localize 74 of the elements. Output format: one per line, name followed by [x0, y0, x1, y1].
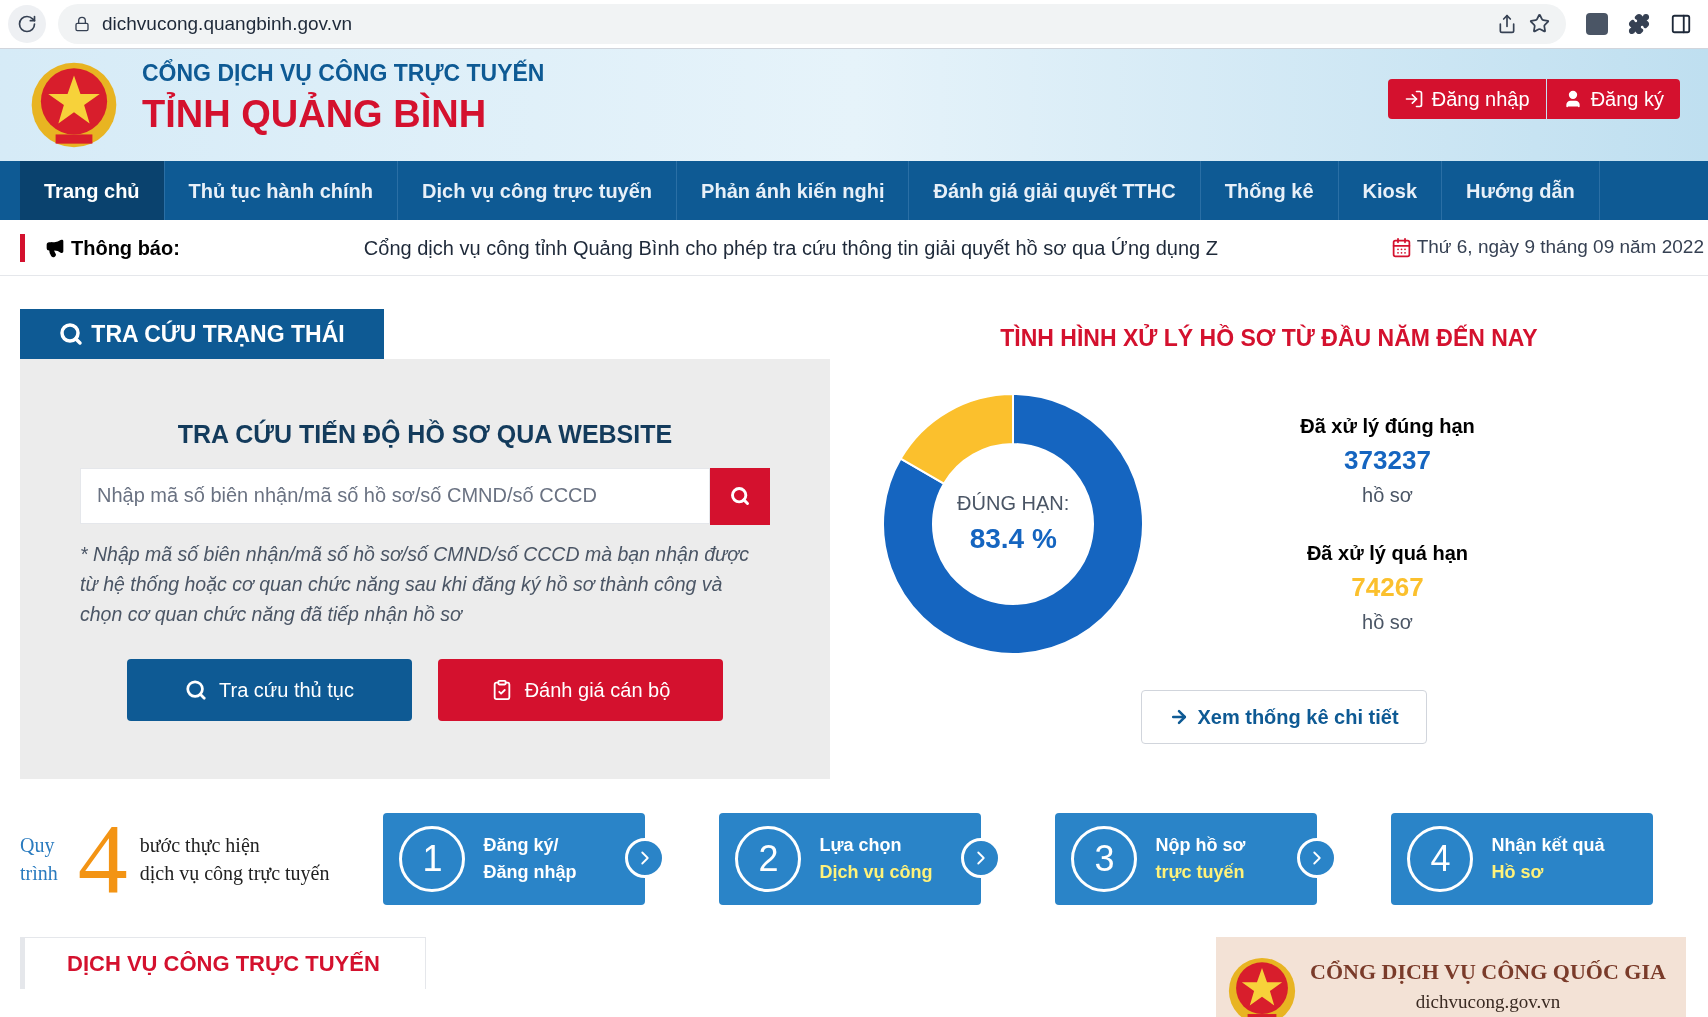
nav-item[interactable]: Kiosk — [1338, 161, 1443, 221]
province-title: TỈNH QUẢNG BÌNH — [142, 91, 488, 137]
register-button[interactable]: Đăng ký — [1546, 79, 1680, 120]
megaphone-icon — [45, 237, 65, 258]
search-icon — [730, 486, 750, 506]
date-text: Thứ 6, ngày 9 tháng 09 năm 2022 — [1416, 235, 1704, 260]
login-icon — [1403, 89, 1424, 110]
stat-unit: hồ sơ — [1362, 482, 1413, 508]
nav-item[interactable]: Hướng dẫn — [1442, 161, 1600, 221]
notice-label: Thông báo: — [71, 235, 180, 261]
reload-icon[interactable] — [8, 4, 46, 43]
extension-icon[interactable] — [1586, 12, 1608, 35]
step-title: Nộp hồ sơ — [1155, 834, 1246, 857]
step-title: Dịch vụ công — [819, 861, 933, 884]
search-field[interactable]: Nhập mã số biên nhận/mã số hồ sơ/số CMND/số CCCD — [80, 467, 710, 524]
step-title: Nhận kết quả — [1491, 834, 1605, 857]
stat-unit: hồ sơ — [1362, 609, 1413, 635]
step-number: 2 — [735, 826, 802, 892]
step-card[interactable]: 3 Nộp hồ sơ trực tuyến — [1055, 813, 1318, 905]
step-title: Đăng ký/ — [483, 834, 560, 857]
search-icon — [59, 322, 84, 346]
star-icon[interactable] — [1529, 13, 1550, 35]
view-details-button[interactable]: Xem thống kê chi tiết — [1141, 689, 1427, 744]
stat-label: Đã xử lý đúng hạn — [1300, 413, 1475, 439]
process-text: dịch vụ công trực tuyến — [139, 861, 330, 887]
step-card[interactable]: 2 Lựa chọn Dịch vụ công — [719, 813, 982, 905]
step-title: trực tuyến — [1155, 861, 1246, 884]
nav-item[interactable]: Thống kê — [1200, 161, 1339, 221]
stat-label: Đã xử lý quá hạn — [1306, 540, 1469, 566]
login-button[interactable]: Đăng nhập — [1387, 79, 1546, 120]
national-portal-banner[interactable]: CỔNG DỊCH VỤ CÔNG QUỐC GIA dichvucong.gov.vn — [1216, 937, 1686, 1017]
stats-title: TÌNH HÌNH XỬ LÝ HỒ SƠ TỪ ĐẦU NĂM ĐẾN NAY — [1000, 323, 1538, 353]
side-panel-icon[interactable] — [1670, 12, 1692, 35]
url-text: dichvucong.quangbinh.gov.vn — [102, 11, 352, 36]
step-card[interactable]: 1 Đăng ký/ Đăng nhập — [383, 813, 646, 905]
step-card[interactable]: 4 Nhận kết quả Hồ sơ — [1391, 813, 1654, 905]
donut-center-label: ĐÚNG HẠN: — [957, 490, 1070, 516]
calendar-icon — [1390, 237, 1412, 259]
process-word: trình — [20, 861, 58, 886]
emblem-icon — [1226, 955, 1298, 1017]
process-word: Quy — [20, 833, 56, 859]
step-number: 3 — [1071, 826, 1138, 892]
step-number: 1 — [399, 826, 466, 892]
puzzle-icon[interactable] — [1628, 12, 1650, 35]
lock-icon — [74, 15, 90, 32]
banner-title: CỔNG DỊCH VỤ CÔNG QUỐC GIA — [1310, 958, 1666, 986]
lookup-procedure-button[interactable]: Tra cứu thủ tục — [127, 658, 412, 721]
section-tab[interactable]: DỊCH VỤ CÔNG TRỰC TUYẾN — [20, 937, 426, 989]
process-number: 4 — [77, 809, 128, 909]
stat-value: 74267 — [1351, 570, 1424, 604]
search-icon — [185, 678, 208, 701]
accent-bar — [20, 233, 25, 262]
address-bar[interactable]: dichvucong.quangbinh.gov.vn — [58, 3, 1566, 44]
lookup-note: * Nhập mã số biên nhận/mã số hồ sơ/số CMND/số CCCD mà bạn nhận được từ hệ thống hoặc cơ quan chức năng sau khi đăng ký hồ sơ thành công và chọn cơ quan chức năng đã tiếp nhận hồ sơ — [80, 541, 750, 627]
stat-value: 373237 — [1344, 443, 1431, 477]
lookup-tab[interactable]: TRA CỨU TRẠNG THÁI — [20, 309, 384, 359]
step-title: Hồ sơ — [1491, 861, 1545, 884]
search-button[interactable] — [710, 467, 770, 525]
nav-item[interactable]: Dịch vụ công trực tuyến — [398, 161, 678, 221]
share-icon[interactable] — [1497, 13, 1517, 34]
nav-item[interactable]: Phản ánh kiến nghị — [677, 161, 910, 221]
notice-text: Cổng dịch vụ công tỉnh Quảng Bình cho phép tra cứu thông tin giải quyết hồ sơ qua Ứng dụng Z — [363, 235, 1218, 261]
step-title: Lựa chọn — [819, 834, 903, 857]
nav-item[interactable]: Thủ tục hành chính — [164, 161, 398, 221]
nav-item[interactable]: Trang chủ — [20, 161, 165, 221]
lookup-heading: TRA CỨU TIẾN ĐỘ HỒ SƠ QUA WEBSITE — [177, 418, 673, 450]
rate-staff-button[interactable]: Đánh giá cán bộ — [438, 658, 723, 721]
process-text: bước thực hiện — [139, 833, 261, 858]
portal-subtitle: CỔNG DỊCH VỤ CÔNG TRỰC TUYẾN — [142, 58, 545, 89]
banner-url: dichvucong.gov.vn — [1415, 990, 1561, 1014]
nav-item[interactable]: Đánh giá giải quyết TTHC — [909, 161, 1201, 221]
step-number: 4 — [1407, 826, 1474, 892]
donut-center-value: 83.4 % — [969, 521, 1057, 556]
step-title: Đăng nhập — [483, 861, 577, 884]
